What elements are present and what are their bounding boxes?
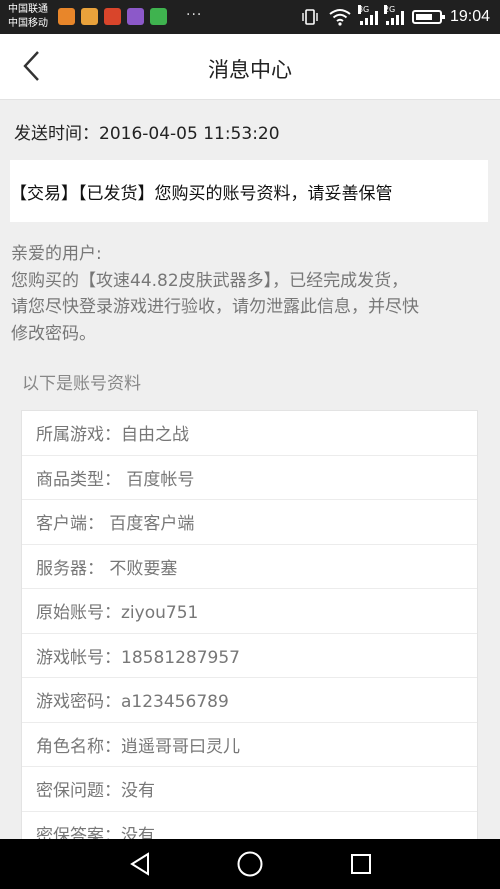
app-notification-icon bbox=[127, 8, 144, 25]
account-row-character-name: 角色名称：逍遥哥哥曰灵儿 bbox=[22, 723, 477, 767]
weibo-icon bbox=[104, 8, 121, 25]
battery-icon bbox=[411, 10, 445, 24]
account-row-server: 服务器： 不败要塞 bbox=[22, 545, 477, 589]
account-row-original-account: 原始账号：ziyou751 bbox=[22, 589, 477, 634]
title-bar: 消息中心 bbox=[0, 34, 500, 100]
nav-back-button[interactable] bbox=[125, 851, 155, 877]
app-notification-icon bbox=[81, 8, 98, 25]
signal-2g-icon: 2G bbox=[383, 5, 404, 25]
more-notifications-icon: ··· bbox=[186, 7, 203, 23]
wifi-icon bbox=[329, 9, 351, 26]
app-notification-icon bbox=[58, 8, 75, 25]
message-detail[interactable]: 发送时间：2016-04-05 11:53:20 【交易】【已发货】您购买的账号… bbox=[0, 101, 500, 839]
status-bar: 中国联通 中国移动 ··· 3G 2G 19:04 bbox=[0, 0, 500, 34]
signal-3g-icon: 3G bbox=[357, 5, 378, 25]
greeting: 亲爱的用户: bbox=[11, 244, 102, 264]
account-info-header: 以下是账号资料 bbox=[22, 374, 141, 394]
message-headline-card: 【交易】【已发货】您购买的账号资料，请妥善保管 bbox=[10, 160, 488, 222]
account-row-game-password: 游戏密码：a123456789 bbox=[22, 678, 477, 723]
account-row-security-answer: 密保答案：没有 bbox=[22, 812, 477, 839]
carrier-1: 中国联通 bbox=[8, 4, 48, 15]
account-row-product-type: 商品类型： 百度帐号 bbox=[22, 456, 477, 500]
vibrate-icon bbox=[302, 9, 318, 25]
notification-icons bbox=[58, 8, 167, 25]
account-row-client: 客户端： 百度客户端 bbox=[22, 500, 477, 545]
send-time: 发送时间：2016-04-05 11:53:20 bbox=[14, 124, 280, 144]
body-line: 修改密码。 bbox=[11, 323, 96, 344]
message-body: 亲爱的用户: 您购买的【攻速44.82皮肤武器多】，已经完成发货， 请您尽快登录… bbox=[11, 241, 491, 347]
square-recents-icon bbox=[351, 854, 371, 874]
carrier-2: 中国移动 bbox=[8, 18, 48, 29]
account-info-list: 所属游戏：自由之战 商品类型： 百度帐号 客户端： 百度客户端 服务器： 不败要… bbox=[21, 410, 478, 839]
account-row-security-question: 密保问题：没有 bbox=[22, 767, 477, 812]
nav-recents-button[interactable] bbox=[346, 851, 376, 877]
wechat-icon bbox=[150, 8, 167, 25]
message-headline: 【交易】【已发货】您购买的账号资料，请妥善保管 bbox=[10, 183, 393, 204]
network-type-label: 2G bbox=[383, 5, 396, 14]
account-row-game: 所属游戏：自由之战 bbox=[22, 411, 477, 456]
page-title: 消息中心 bbox=[208, 58, 292, 82]
network-type-label: 3G bbox=[357, 5, 370, 14]
carrier-info: 中国联通 中国移动 bbox=[8, 3, 48, 31]
body-line: 请您尽快登录游戏进行验收，请勿泄露此信息，并尽快 bbox=[11, 297, 419, 317]
nav-home-button[interactable] bbox=[235, 851, 265, 877]
body-line: 您购买的【攻速44.82皮肤武器多】，已经完成发货， bbox=[11, 270, 409, 291]
account-row-game-account: 游戏帐号：18581287957 bbox=[22, 634, 477, 678]
circle-home-icon bbox=[237, 851, 263, 877]
navigation-bar bbox=[0, 839, 500, 889]
triangle-back-icon bbox=[130, 852, 149, 876]
clock: 19:04 bbox=[449, 8, 490, 25]
